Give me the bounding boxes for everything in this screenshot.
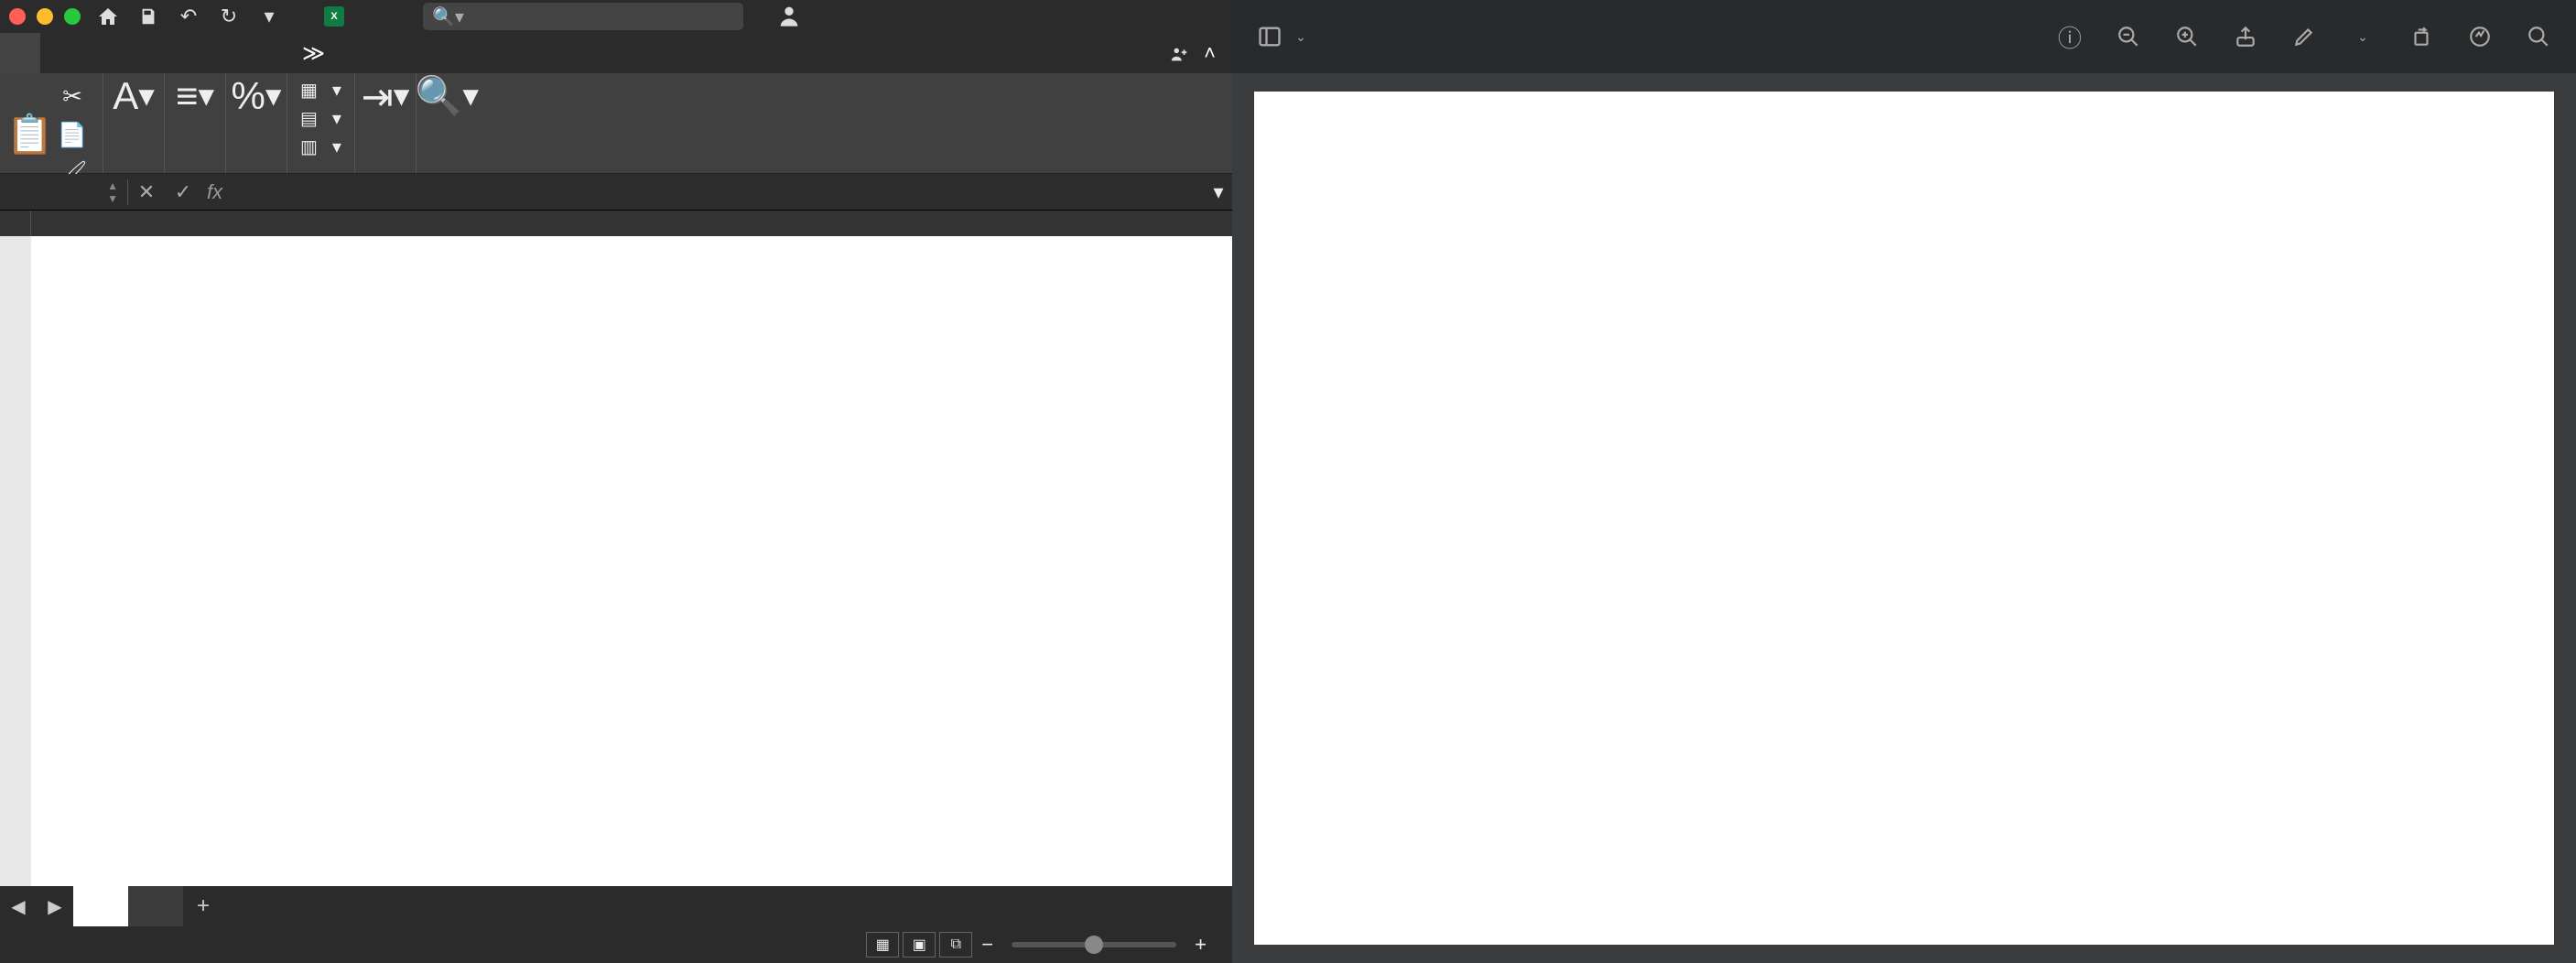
fx-icon[interactable]: fx	[201, 180, 228, 204]
sheet-tab-sheet1[interactable]	[73, 886, 128, 926]
ribbon-group-editing: 🔍▾	[417, 73, 477, 173]
sidebar-toggle-icon[interactable]	[1254, 21, 1285, 52]
name-box[interactable]: ▲▼	[0, 179, 128, 205]
cells-area[interactable]	[31, 236, 1232, 886]
ribbon-tabstrip: ≫ ˄	[0, 33, 1232, 73]
minimize-window-button[interactable]	[37, 8, 53, 25]
ribbon-group-font: A▾	[103, 73, 165, 173]
sidebar-dropdown-icon[interactable]: ⌄	[1285, 21, 1316, 52]
find-icon[interactable]: 🔍▾	[429, 79, 464, 114]
excel-badge-icon: X	[324, 6, 344, 27]
collapse-ribbon-icon[interactable]: ˄	[1204, 41, 1216, 65]
sheet-tab-evaluation-warning[interactable]	[128, 886, 183, 926]
excel-app: ↶ ↻ ▾ X 🔍▾ ≫ ˄	[0, 0, 1232, 963]
ribbon-group-alignment: ≡▾	[165, 73, 226, 173]
font-icon[interactable]: A▾	[116, 79, 151, 114]
cell-styles-icon: ▥	[300, 135, 318, 158]
expand-formula-bar-icon[interactable]: ▾	[1205, 180, 1232, 204]
zoom-out-icon[interactable]	[2113, 21, 2144, 52]
sheet-tabstrip: ◀ ▶ +	[0, 886, 1232, 926]
search-icon: 🔍▾	[432, 5, 464, 28]
column-headers	[0, 211, 1232, 236]
pdf-viewer-app: ⌄ ⓘ ⌄	[1232, 0, 2576, 963]
info-icon[interactable]: ⓘ	[2054, 21, 2085, 52]
ribbon-group-styles: ▦ ▾ ▤ ▾ ▥ ▾	[287, 73, 355, 173]
cut-icon[interactable]: ✂	[55, 79, 90, 114]
zoom-in-button[interactable]: +	[1195, 933, 1207, 957]
excel-titlebar: ↶ ↻ ▾ X 🔍▾	[0, 0, 1232, 33]
add-sheet-button[interactable]: +	[183, 893, 223, 919]
sheet-nav-next[interactable]: ▶	[37, 895, 73, 918]
paste-icon[interactable]: 📋	[13, 117, 48, 152]
alignment-icon[interactable]: ≡▾	[178, 79, 212, 114]
view-normal-button[interactable]: ▦	[866, 932, 899, 958]
insert-cells-icon[interactable]: ⇥▾	[368, 79, 403, 114]
search-sheet-input[interactable]: 🔍▾	[423, 3, 743, 30]
user-avatar-icon[interactable]	[776, 3, 804, 30]
ribbon-group-number: %▾	[226, 73, 287, 173]
undo-icon[interactable]: ↶	[176, 4, 201, 29]
spreadsheet-grid	[0, 211, 1232, 886]
cond-fmt-icon: ▦	[300, 79, 318, 102]
sheet-nav-prev[interactable]: ◀	[0, 895, 37, 918]
rotate-icon[interactable]	[2406, 21, 2437, 52]
conditional-formatting-button[interactable]: ▦ ▾	[300, 79, 341, 102]
copy-icon[interactable]: 📄	[55, 117, 90, 152]
annotate-icon[interactable]	[2289, 21, 2320, 52]
status-bar: ▦ ▣ ⧉ − +	[0, 926, 1232, 963]
search-pdf-icon[interactable]	[2523, 21, 2554, 52]
table-icon: ▤	[300, 107, 318, 130]
close-window-button[interactable]	[9, 8, 26, 25]
select-all-corner[interactable]	[0, 211, 31, 236]
view-page-layout-button[interactable]: ▣	[903, 932, 936, 958]
zoom-out-button[interactable]: −	[981, 933, 993, 957]
tab-home[interactable]	[0, 33, 40, 73]
format-as-table-button[interactable]: ▤ ▾	[300, 107, 341, 130]
ribbon-group-cells: ⇥▾	[355, 73, 417, 173]
markup-icon[interactable]	[2464, 21, 2495, 52]
cancel-formula-icon[interactable]: ✕	[128, 180, 165, 204]
qat-dropdown-icon[interactable]: ▾	[256, 4, 282, 29]
ribbon: 📋 ✂ 📄 🖌 A▾ ≡▾ %▾ ▦ ▾ ▤ ▾	[0, 73, 1232, 174]
pdf-page	[1254, 92, 2554, 945]
redo-icon[interactable]: ↻	[216, 4, 242, 29]
maximize-window-button[interactable]	[64, 8, 81, 25]
row-headers	[0, 236, 31, 886]
window-controls	[9, 8, 81, 25]
tab-data[interactable]	[201, 33, 242, 73]
save-icon[interactable]	[135, 4, 161, 29]
share-icon[interactable]	[2230, 21, 2261, 52]
share-button[interactable]	[1169, 41, 1189, 65]
home-icon[interactable]	[95, 4, 121, 29]
zoom-slider[interactable]	[1012, 942, 1176, 947]
ribbon-group-clipboard: 📋 ✂ 📄 🖌	[0, 73, 103, 173]
number-format-icon[interactable]: %▾	[239, 79, 274, 114]
formula-bar: ▲▼ ✕ ✓ fx ▾	[0, 174, 1232, 211]
tab-review[interactable]	[242, 33, 282, 73]
cell-styles-button[interactable]: ▥ ▾	[300, 135, 341, 158]
tab-page-layout[interactable]	[121, 33, 161, 73]
accept-formula-icon[interactable]: ✓	[165, 180, 201, 204]
pdf-data-table	[1377, 165, 1529, 174]
tab-overflow[interactable]: ≫	[282, 33, 345, 73]
zoom-in-icon[interactable]	[2171, 21, 2203, 52]
view-page-break-button[interactable]: ⧉	[939, 932, 972, 958]
tab-insert[interactable]	[40, 33, 81, 73]
pdf-page-area[interactable]	[1232, 73, 2576, 963]
tab-draw[interactable]	[81, 33, 121, 73]
tab-formulas[interactable]	[161, 33, 201, 73]
annotate-dropdown-icon[interactable]: ⌄	[2347, 21, 2378, 52]
document-title: X	[324, 6, 353, 27]
pdf-toolbar: ⌄ ⓘ ⌄	[1232, 0, 2576, 73]
